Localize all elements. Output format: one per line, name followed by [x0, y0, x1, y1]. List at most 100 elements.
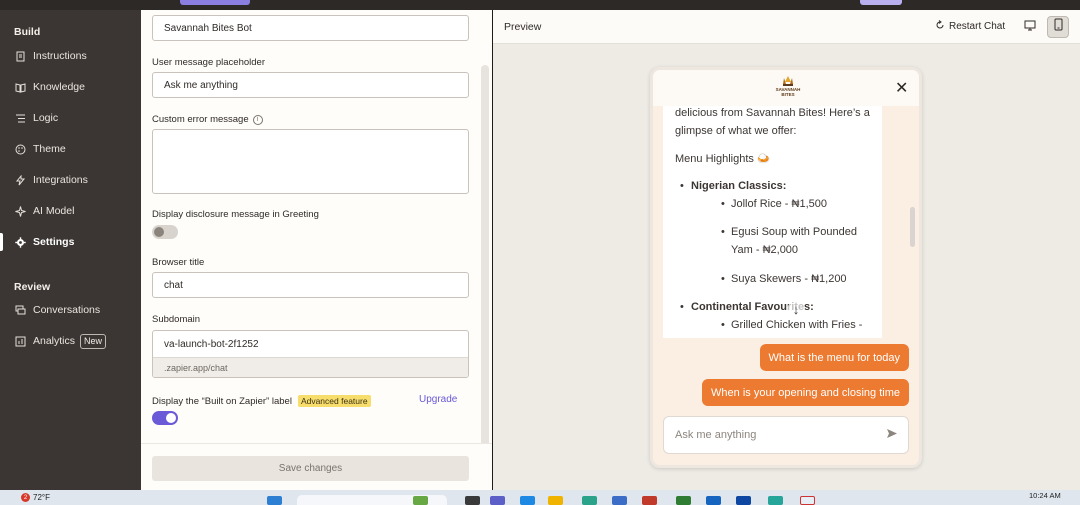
settings-form-panel: Savannah Bites Bot User message placehol…	[141, 10, 492, 490]
user-message: What is the menu for today	[759, 344, 909, 371]
toggle-knob	[166, 413, 176, 423]
sidebar-item-label: Knowledge	[33, 81, 85, 93]
sidebar-item-instructions[interactable]: Instructions	[14, 46, 134, 66]
restart-chat-label: Restart Chat	[949, 21, 1006, 32]
chat-icon	[14, 304, 26, 316]
taskbar-app-icon[interactable]	[413, 496, 428, 505]
sidebar-item-integrations[interactable]: Integrations	[14, 170, 134, 190]
preview-title: Preview	[504, 21, 542, 33]
browser-title-input[interactable]: chat	[152, 272, 469, 298]
bullet: •	[721, 198, 725, 210]
sidebar-item-label: Integrations	[33, 174, 88, 186]
edge-icon[interactable]	[582, 496, 597, 505]
sparkle-icon	[14, 205, 26, 217]
chat-composer-input[interactable]: Ask me anything	[663, 416, 909, 454]
chat-scrollbar[interactable]	[910, 207, 915, 247]
taskbar-app-icon[interactable]	[612, 496, 627, 505]
sidebar-item-label: Analytics	[33, 335, 76, 347]
sidebar-item-theme[interactable]: Theme	[14, 139, 134, 159]
taskbar: 2 72°F 10:24 AM	[0, 490, 1080, 505]
taskbar-app-icon[interactable]	[706, 496, 721, 505]
taskbar-app-icon[interactable]	[490, 496, 505, 505]
save-bar: Save changes	[141, 443, 492, 490]
weather-widget[interactable]: 2 72°F	[21, 493, 50, 502]
subdomain-suffix: .zapier.app/chat	[153, 357, 468, 377]
top-strip	[0, 0, 1080, 10]
user-message: When is your opening and closing time	[702, 379, 909, 406]
sidebar-item-label: Conversations	[33, 304, 101, 316]
mobile-icon	[1054, 18, 1063, 36]
bolt-icon	[14, 174, 26, 186]
taskbar-app-icon[interactable]	[736, 496, 751, 505]
upgrade-link[interactable]: Upgrade	[419, 394, 457, 405]
weather-temp: 72°F	[33, 493, 50, 502]
built-on-toggle[interactable]	[152, 411, 178, 425]
weather-badge: 2	[21, 493, 30, 502]
subdomain-label: Subdomain	[152, 314, 201, 325]
mobile-view-button[interactable]	[1047, 16, 1069, 38]
error-message-textarea[interactable]	[152, 129, 469, 194]
error-message-label: Custom error message i	[152, 114, 263, 125]
chat-widget: SAVANNAH BITES ✕ delicious from Savannah…	[650, 67, 922, 468]
tab-pill[interactable]	[860, 0, 902, 5]
subdomain-input[interactable]: va-launch-bot-2f1252	[153, 331, 468, 357]
placeholder-label: User message placeholder	[152, 57, 266, 68]
toggle-knob	[154, 227, 164, 237]
restart-chat-button[interactable]: Restart Chat	[935, 20, 1005, 33]
list-icon	[14, 112, 26, 124]
review-section-title: Review	[14, 281, 51, 293]
menu-highlights-text: Menu Highlights 🍛	[675, 153, 771, 165]
taskbar-app-icon[interactable]	[768, 496, 783, 505]
bullet: •	[680, 301, 684, 313]
info-icon[interactable]: i	[252, 114, 263, 125]
sidebar-item-label: Settings	[33, 236, 75, 248]
built-on-label-text: Display the “Built on Zapier” label	[152, 395, 292, 407]
send-icon[interactable]	[886, 428, 898, 442]
disclosure-label: Display disclosure message in Greeting	[152, 209, 319, 220]
preview-header: Preview Restart Chat	[493, 10, 1080, 44]
chart-icon	[14, 335, 26, 347]
taskbar-app-icon[interactable]	[676, 496, 691, 505]
disclosure-toggle[interactable]	[152, 225, 178, 239]
bot-message: delicious from Savannah Bites! Here’s a …	[663, 106, 882, 338]
tab-pill[interactable]	[180, 0, 250, 5]
sidebar-item-analytics[interactable]: Analytics New	[14, 331, 134, 351]
taskbar-app-icon[interactable]	[465, 496, 480, 505]
close-icon[interactable]: ✕	[895, 78, 908, 98]
taskbar-app-icon[interactable]	[520, 496, 535, 505]
sidebar-item-label: Theme	[33, 143, 66, 155]
menu-item: Jollof Rice - ₦1,500	[731, 198, 827, 210]
taskbar-app-icon[interactable]	[800, 496, 815, 505]
document-icon	[14, 50, 26, 62]
sidebar-item-settings[interactable]: Settings	[0, 232, 134, 252]
logo-text: SAVANNAH BITES	[775, 87, 801, 97]
placeholder-input[interactable]: Ask me anything	[152, 72, 469, 98]
sidebar-item-conversations[interactable]: Conversations	[14, 300, 134, 320]
bullet: •	[721, 226, 725, 238]
menu-item: Egusi Soup with Pounded Yam - ₦2,000	[731, 226, 857, 256]
bullet: •	[721, 319, 725, 331]
desktop-view-button[interactable]	[1019, 16, 1041, 38]
sidebar-item-ai-model[interactable]: AI Model	[14, 201, 134, 221]
folder-icon[interactable]	[548, 496, 563, 505]
savannah-bites-logo: SAVANNAH BITES	[773, 75, 803, 99]
preview-panel: Preview Restart Chat SAVANNAH BITES ✕ de…	[493, 10, 1080, 490]
form-scrollbar[interactable]	[481, 65, 489, 485]
built-on-label: Display the “Built on Zapier” label Adva…	[152, 395, 371, 407]
sidebar-item-knowledge[interactable]: Knowledge	[14, 77, 134, 97]
palette-icon	[14, 143, 26, 155]
sidebar: Build Instructions Knowledge Logic Theme…	[0, 10, 141, 490]
taskbar-app-icon[interactable]	[642, 496, 657, 505]
sidebar-item-label: Instructions	[33, 50, 87, 62]
desktop-icon	[1024, 18, 1036, 36]
taskbar-clock[interactable]: 10:24 AM	[1029, 491, 1061, 500]
browser-title-label: Browser title	[152, 257, 205, 268]
save-changes-button[interactable]: Save changes	[152, 456, 469, 481]
new-badge: New	[80, 333, 107, 349]
advanced-feature-badge: Advanced feature	[297, 395, 371, 407]
bot-name-input[interactable]: Savannah Bites Bot	[152, 15, 469, 41]
windows-start-icon[interactable]	[267, 496, 282, 505]
scroll-down-icon[interactable]: ↓	[787, 301, 805, 319]
sidebar-item-logic[interactable]: Logic	[14, 108, 134, 128]
error-message-label-text: Custom error message	[152, 114, 249, 125]
